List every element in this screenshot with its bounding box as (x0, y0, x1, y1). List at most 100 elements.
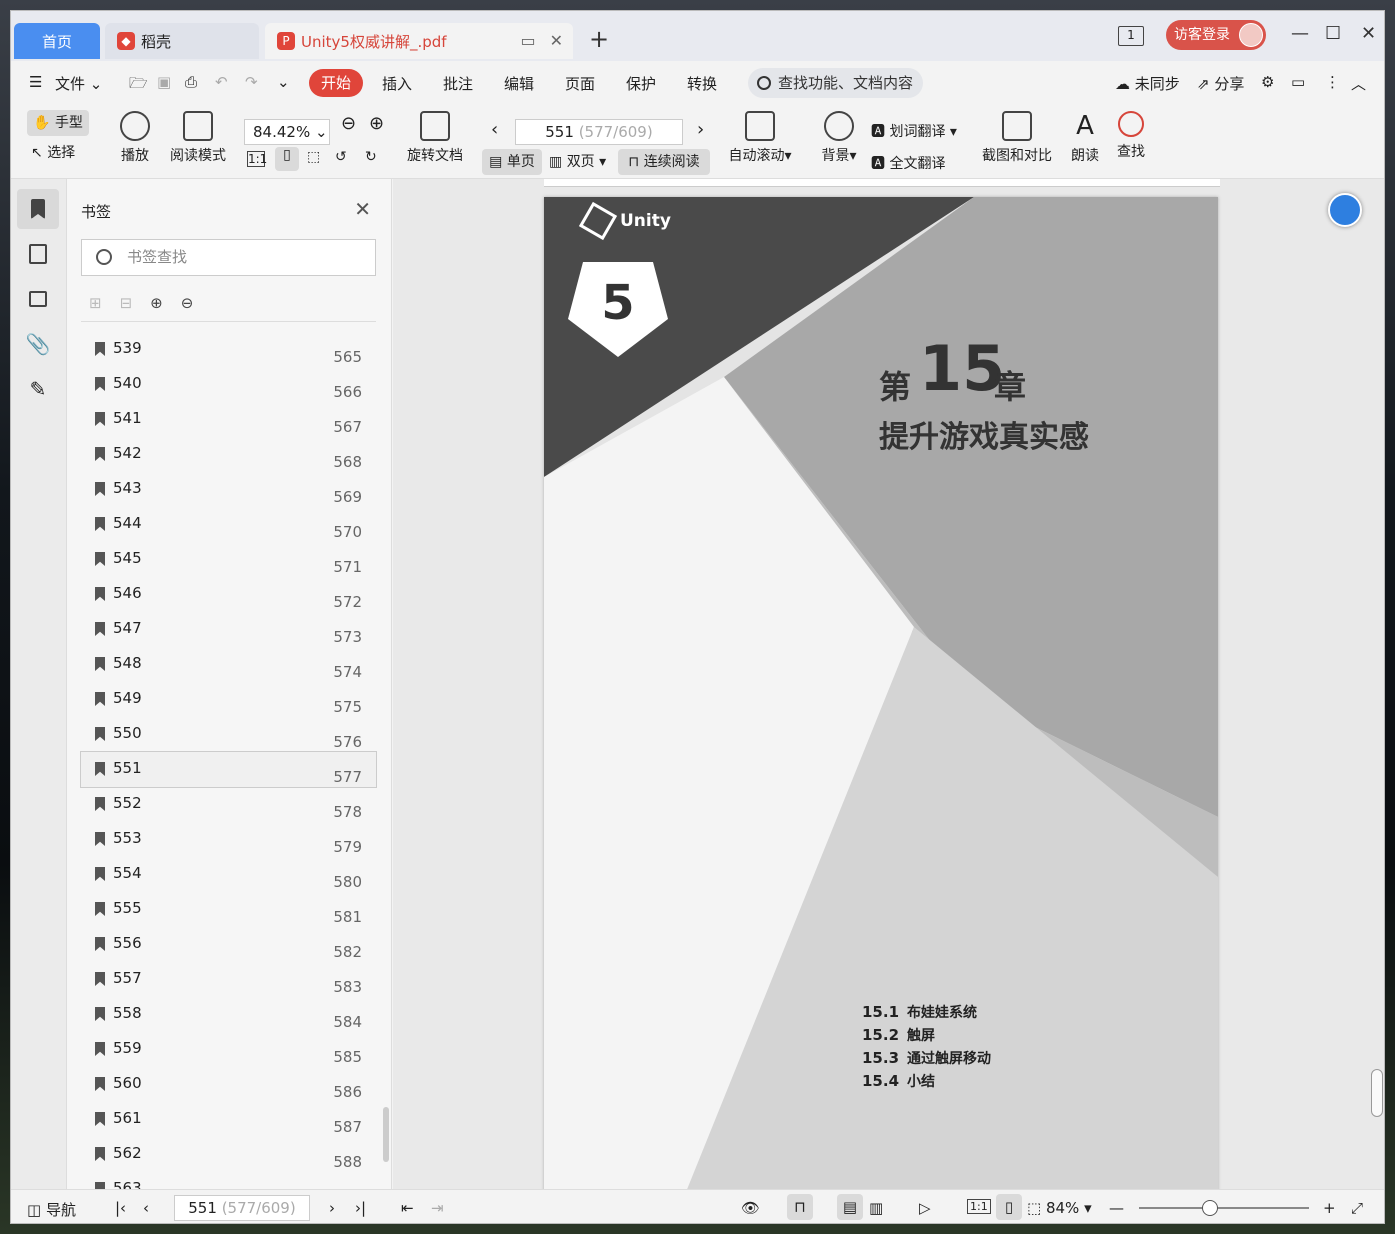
bookmark-item[interactable]: 553 579 (81, 822, 376, 857)
read-mode-button[interactable]: 阅读模式 (166, 111, 230, 165)
floating-tool-button[interactable] (1328, 193, 1362, 227)
fit-page-icon[interactable]: ▯ (275, 147, 299, 171)
bookmark-scrollbar[interactable] (383, 1107, 389, 1162)
comment-panel-icon[interactable] (17, 279, 59, 319)
thumbnail-panel-icon[interactable] (17, 234, 59, 274)
select-tool-button[interactable]: ↖ 选择 (31, 143, 75, 163)
minimize-button[interactable]: — (1291, 23, 1309, 44)
bookmark-item[interactable]: 542 568 (81, 437, 376, 472)
last-page-icon[interactable]: ›| (355, 1199, 366, 1217)
close-window-button[interactable]: ✕ (1361, 23, 1376, 44)
prev-page-icon[interactable]: ‹ (491, 119, 498, 140)
feature-search-input[interactable]: 查找功能、文档内容 (748, 68, 923, 98)
menu-annotate[interactable]: 批注 (443, 73, 473, 94)
new-tab-button[interactable]: + (589, 25, 609, 53)
bookmark-item[interactable]: 555 581 (81, 892, 376, 927)
fit-width-icon[interactable]: ⬚ (307, 149, 320, 165)
zoom-out-icon[interactable]: ⊖ (341, 113, 356, 134)
menu-icon[interactable]: ☰ (29, 73, 42, 91)
bookmark-item[interactable]: 557 583 (81, 962, 376, 997)
find-button[interactable]: 查找 (1115, 111, 1147, 161)
menu-start[interactable]: 开始 (309, 69, 363, 97)
add-bookmark-icon[interactable]: ⊕ (150, 294, 163, 312)
full-translate-button[interactable]: 🅰 全文翻译 (871, 153, 945, 173)
tab-document[interactable]: P Unity5权威讲解_.pdf ▭ ✕ (265, 23, 573, 59)
first-page-icon[interactable]: |‹ (115, 1199, 126, 1217)
pin-tab-icon[interactable]: ▭ (520, 31, 535, 50)
undo-icon[interactable]: ↶ (215, 73, 228, 91)
comment-icon[interactable]: ▭ (1291, 73, 1305, 91)
bookmark-item[interactable]: 548 574 (81, 647, 376, 682)
bookmark-item[interactable]: 540 566 (81, 367, 376, 402)
zoom-select[interactable]: 84.42% ⌄ (244, 119, 330, 145)
play-mode-icon[interactable]: ▷ (919, 1199, 931, 1217)
login-button[interactable]: 访客登录 (1166, 20, 1266, 50)
redo-icon[interactable]: ↷ (245, 73, 258, 91)
bookmark-item[interactable]: 543 569 (81, 472, 376, 507)
zoom-out-button[interactable]: — (1109, 1199, 1124, 1217)
menu-page[interactable]: 页面 (565, 73, 595, 94)
rotate-document-button[interactable]: 旋转文档 (405, 111, 465, 165)
bookmark-item[interactable]: 545 571 (81, 542, 376, 577)
forward-icon[interactable]: ⇥ (431, 1199, 444, 1217)
bookmark-item[interactable]: 560 586 (81, 1067, 376, 1102)
save-icon[interactable]: ▣ (157, 73, 171, 91)
bookmark-item[interactable]: 544 570 (81, 507, 376, 542)
remove-bookmark-icon[interactable]: ⊖ (181, 294, 194, 312)
rotate-right-icon[interactable]: ↻ (365, 149, 377, 165)
zoom-slider-thumb[interactable] (1202, 1200, 1219, 1216)
open-icon[interactable]: 🗁 (129, 73, 148, 98)
screenshot-compare-button[interactable]: 截图和对比 (979, 111, 1055, 165)
actual-size-icon[interactable]: 1:1 (247, 151, 267, 167)
actual-size-status-icon[interactable]: 1:1 (967, 1199, 991, 1214)
zoom-slider[interactable] (1139, 1207, 1309, 1209)
next-page-icon[interactable]: › (697, 119, 704, 140)
settings-icon[interactable]: ⚙ (1261, 73, 1274, 91)
menu-convert[interactable]: 转换 (687, 73, 717, 94)
signature-panel-icon[interactable]: ✎ (17, 369, 59, 409)
bookmark-item[interactable]: 559 585 (81, 1032, 376, 1067)
menu-edit[interactable]: 编辑 (504, 73, 534, 94)
more-icon[interactable]: ⋮ (1325, 73, 1340, 91)
window-count-badge[interactable]: 1 (1118, 26, 1144, 46)
bookmark-item[interactable]: 552 578 (81, 787, 376, 822)
zoom-in-button[interactable]: + (1323, 1199, 1336, 1217)
bookmark-item[interactable]: 558 584 (81, 997, 376, 1032)
rotate-left-icon[interactable]: ↺ (335, 149, 347, 165)
hand-tool-button[interactable]: ✋ 手型 (27, 110, 89, 136)
menu-protect[interactable]: 保护 (626, 73, 656, 94)
bookmark-item[interactable]: 561 587 (81, 1102, 376, 1137)
document-view[interactable]: Unity 5 第 15 章 提升游戏真实感 15.1 布娃娃系统 15.2 触屏 15… (393, 179, 1384, 1189)
prev-page-icon[interactable]: ‹ (143, 1199, 149, 1217)
continuous-mode-icon[interactable]: ⊓ (787, 1194, 813, 1220)
close-panel-icon[interactable]: ✕ (354, 197, 371, 221)
menu-file[interactable]: 文件 ⌄ (55, 73, 102, 94)
auto-scroll-button[interactable]: 自动滚动▾ (725, 111, 795, 165)
bookmark-search-input[interactable]: 书签查找 (81, 239, 376, 276)
double-page-mode-icon[interactable]: ▥ (869, 1199, 883, 1217)
background-button[interactable]: 背景▾ (817, 111, 861, 165)
navigation-toggle[interactable]: ◫ 导航 (27, 1199, 76, 1220)
fit-page-status-icon[interactable]: ▯ (996, 1194, 1022, 1220)
bookmark-item[interactable]: 549 575 (81, 682, 376, 717)
more-dropdown-icon[interactable]: ⌄ (277, 73, 290, 91)
single-page-mode-icon[interactable]: ▤ (837, 1194, 863, 1220)
maximize-button[interactable]: ☐ (1325, 23, 1341, 44)
bookmark-item[interactable]: 541 567 (81, 402, 376, 437)
document-scrollbar[interactable] (1371, 1069, 1383, 1117)
play-button[interactable]: 播放 (117, 111, 153, 165)
share-button[interactable]: ⇗ 分享 (1197, 73, 1244, 94)
tab-home[interactable]: 首页 (14, 23, 100, 59)
continuous-read-button[interactable]: ⊓ 连续阅读 (618, 149, 710, 175)
eye-protect-icon[interactable]: 👁 (741, 1199, 760, 1217)
print-icon[interactable]: ⎙ (185, 73, 197, 91)
bookmark-item[interactable]: 556 582 (81, 927, 376, 962)
zoom-in-icon[interactable]: ⊕ (369, 113, 384, 134)
bookmark-item[interactable]: 550 576 (81, 717, 376, 752)
status-page-input[interactable]: 551 (577/609) (174, 1195, 310, 1221)
bookmark-item[interactable]: 562 588 (81, 1137, 376, 1172)
fullscreen-icon[interactable]: ⤢ (1351, 1199, 1363, 1217)
zoom-select-status[interactable]: ⬚ 84% ▾ (1027, 1199, 1092, 1217)
tab-daoke[interactable]: ◆ 稻壳 (105, 23, 259, 59)
read-aloud-button[interactable]: A 朗读 (1069, 111, 1101, 165)
